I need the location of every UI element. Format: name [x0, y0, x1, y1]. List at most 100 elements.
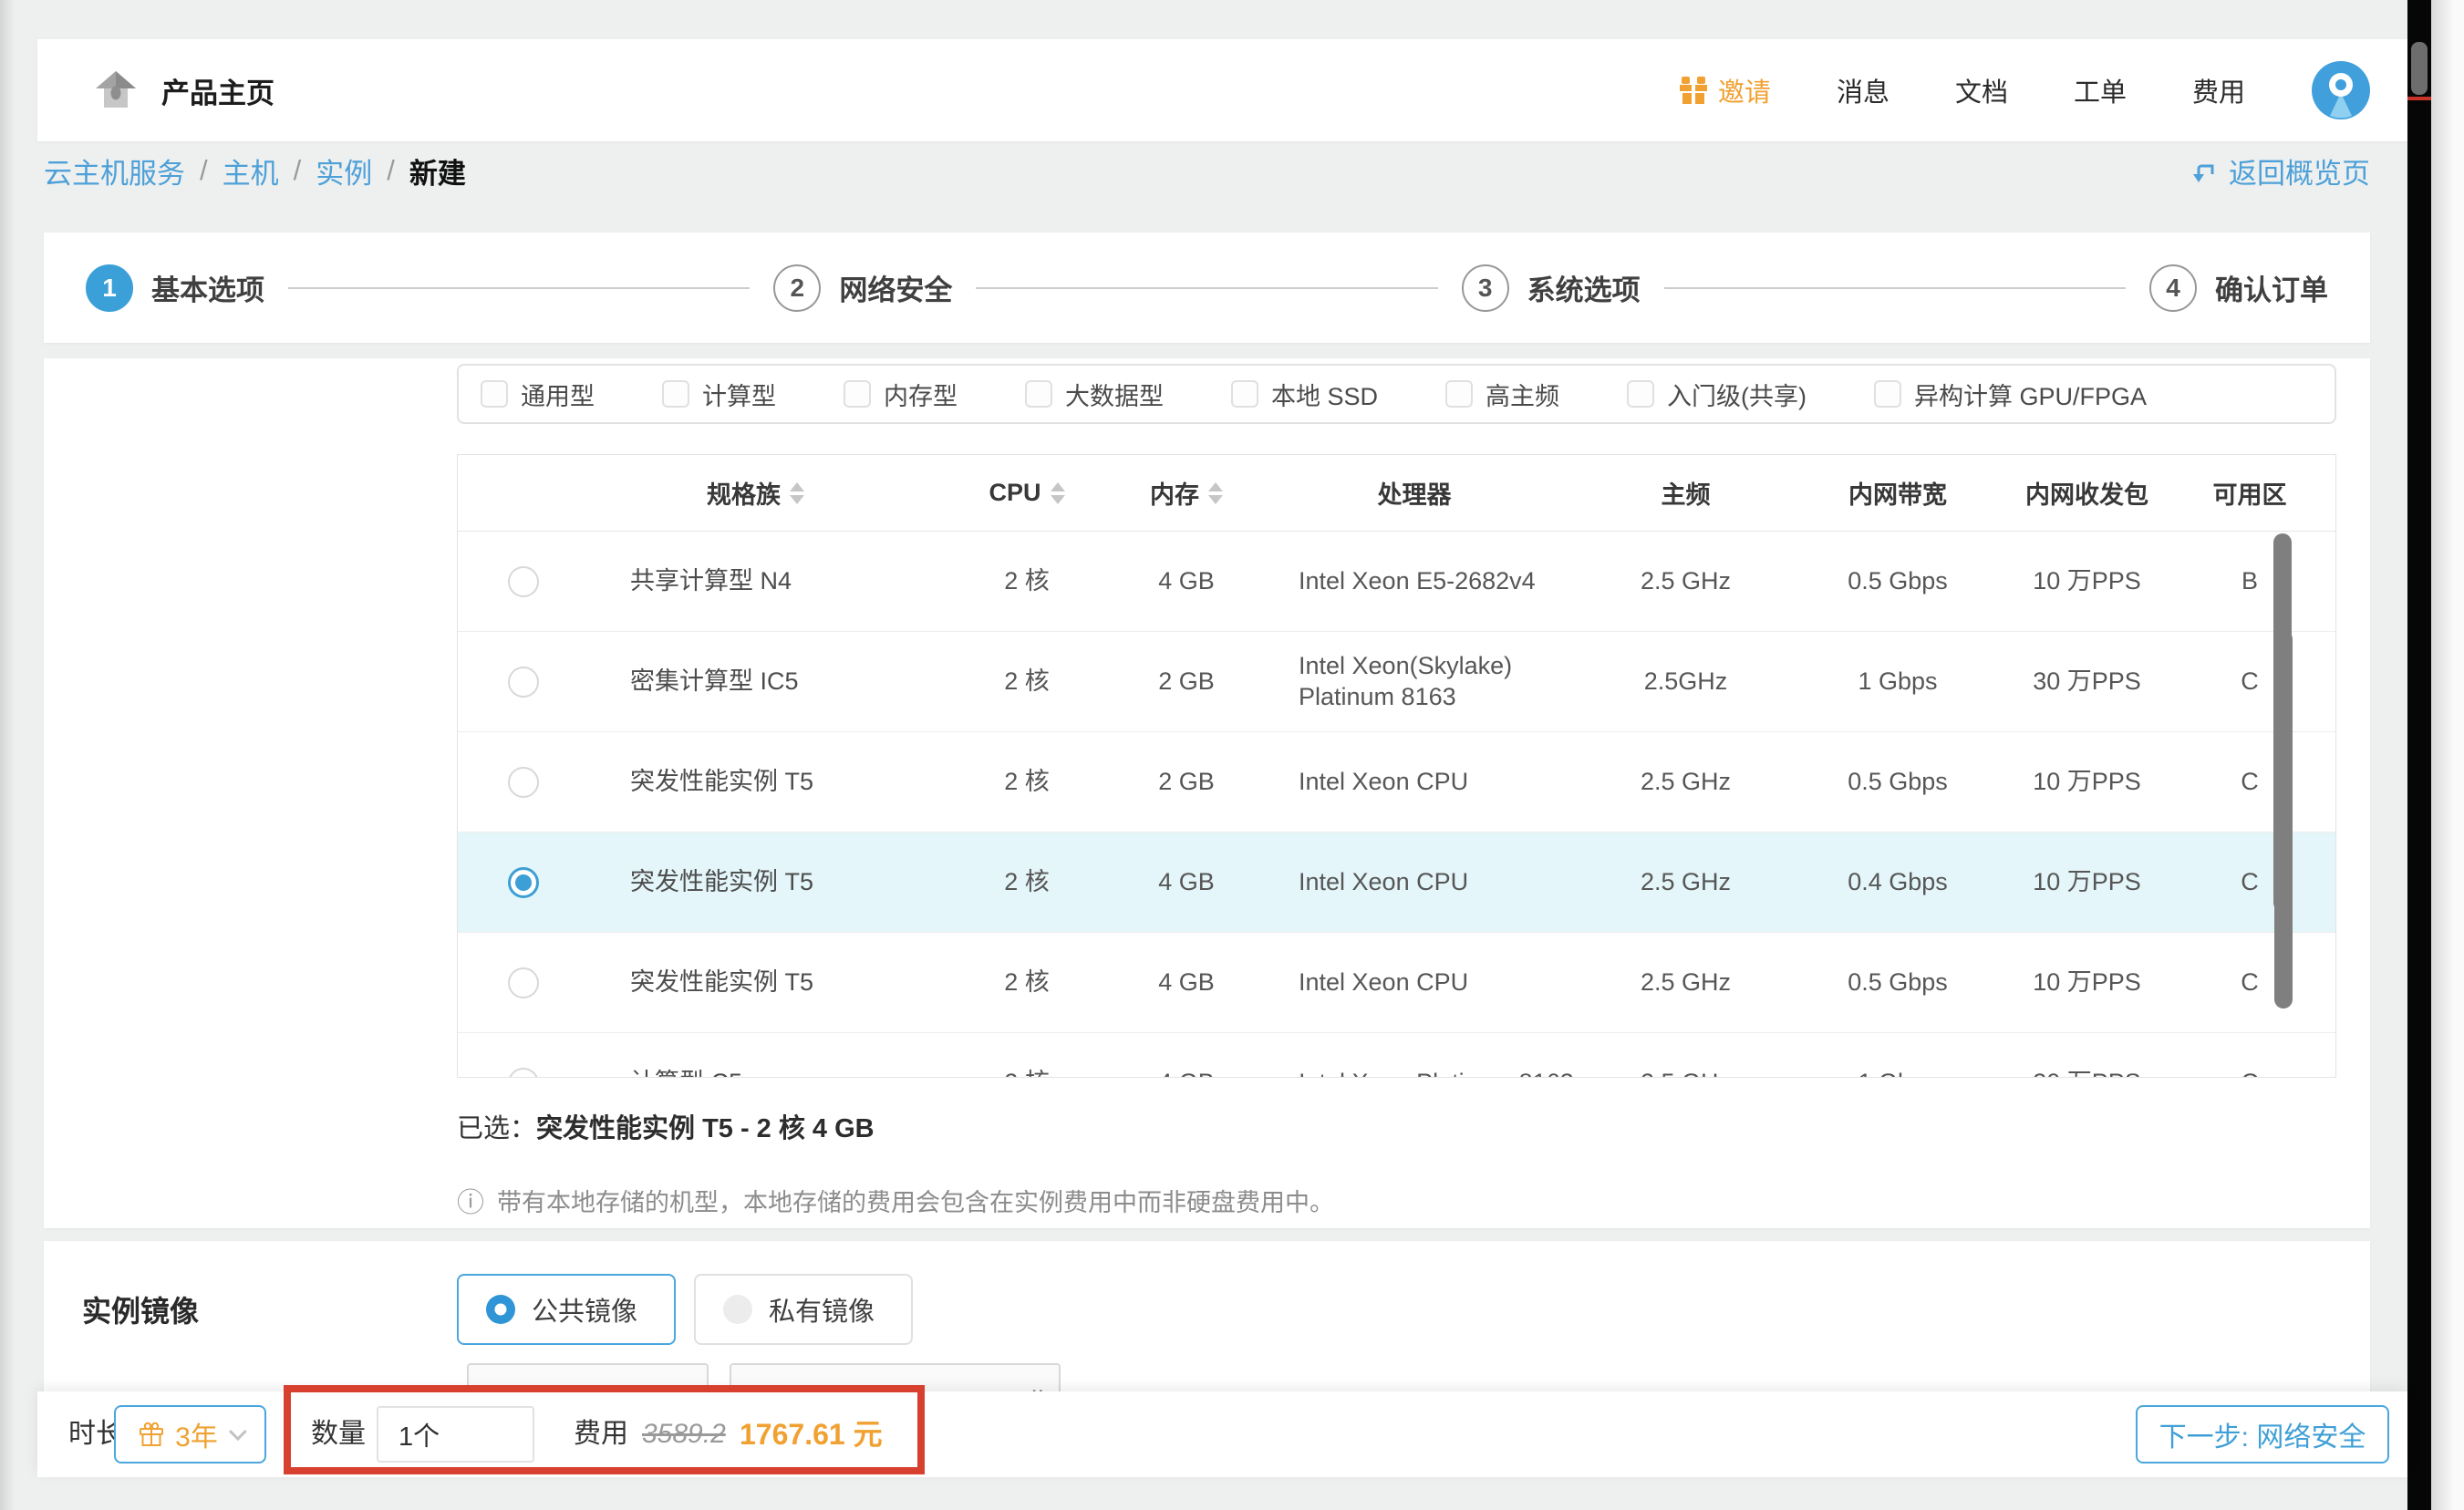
cell-frequency: 2.5 GHz — [1588, 566, 1784, 597]
sort-arrows-icon[interactable] — [790, 482, 804, 504]
filter-checkbox-item[interactable]: 通用型 — [481, 377, 595, 412]
filter-label: 计算型 — [702, 377, 776, 412]
spec-family-filters: 通用型 计算型 内存型 大数据型 — [457, 364, 2336, 424]
next-step-button[interactable]: 下一步: 网络安全 — [2136, 1405, 2389, 1463]
filter-label: 内存型 — [884, 377, 958, 412]
cell-zone: B — [2162, 566, 2336, 597]
discounted-price: 1767.61 元 — [740, 1391, 883, 1477]
row-radio[interactable] — [508, 867, 539, 898]
cell-spec-family: 密集计算型 IC5 — [589, 667, 922, 698]
cell-frequency: 2.5 GHz — [1588, 967, 1784, 998]
sort-arrows-icon[interactable] — [1051, 482, 1065, 504]
option-radio[interactable] — [486, 1295, 515, 1324]
cell-memory: 4 GB — [1132, 1068, 1241, 1078]
column-header[interactable]: 内网带宽 — [1784, 475, 2012, 511]
left-edge-shadow — [0, 0, 15, 1510]
cell-bandwidth: 0.5 Gbps — [1784, 967, 2012, 998]
step-connector — [1664, 287, 2126, 289]
step-3-circle: 3 — [1462, 264, 1509, 312]
image-type-option[interactable]: 私有镜像 — [694, 1274, 913, 1345]
browser-scrollbar-track[interactable] — [2407, 0, 2431, 1510]
nav-billing[interactable]: 费用 — [2192, 71, 2245, 109]
os-select-partial[interactable] — [467, 1363, 709, 1391]
spec-table: 规格族 CPU — [457, 454, 2336, 1078]
note-text: 带有本地存储的机型，本地存储的费用会包含在实例费用中而非硬盘费用中。 — [497, 1183, 1334, 1218]
row-radio[interactable] — [508, 566, 539, 597]
avatar[interactable] — [2311, 60, 2371, 120]
cell-memory: 4 GB — [1132, 566, 1241, 597]
column-header[interactable]: 可用区 — [2162, 475, 2336, 511]
filter-checkbox-item[interactable]: 本地 SSD — [1231, 377, 1378, 412]
step-1-label: 基本选项 — [151, 267, 264, 308]
cell-bandwidth: 0.5 Gbps — [1784, 566, 2012, 597]
breadcrumb-sep: / — [200, 154, 208, 187]
table-row[interactable]: 突发性能实例 T5 2 核 4 GB Intel Xeon CPU 2.5 GH… — [458, 833, 2335, 933]
column-header[interactable]: 规格族 — [589, 475, 922, 511]
step-3-label: 系统选项 — [1527, 267, 1641, 308]
original-price: 3589.2 — [642, 1391, 726, 1477]
row-radio[interactable] — [508, 667, 539, 698]
browser-scrollbar-thumb[interactable] — [2411, 42, 2428, 95]
cell-frequency: 2.5 GHz — [1588, 767, 1784, 798]
checkbox-icon[interactable] — [1025, 380, 1052, 408]
row-radio[interactable] — [508, 1068, 539, 1079]
filter-checkbox-item[interactable]: 计算型 — [662, 377, 776, 412]
back-to-overview-link[interactable]: 返回概览页 — [2190, 150, 2370, 191]
breadcrumb-instance[interactable]: 实例 — [316, 150, 372, 191]
nav-messages[interactable]: 消息 — [1837, 71, 1889, 109]
quantity-input[interactable] — [377, 1406, 534, 1463]
option-label: 公共镜像 — [532, 1290, 637, 1329]
filter-checkbox-item[interactable]: 大数据型 — [1025, 377, 1164, 412]
checkbox-icon[interactable] — [1445, 380, 1473, 408]
duration-select[interactable]: 3年 — [114, 1405, 266, 1463]
sort-arrows-icon[interactable] — [1208, 482, 1223, 504]
option-radio[interactable] — [723, 1295, 752, 1324]
quantity-label: 数量 — [311, 1391, 366, 1477]
table-row[interactable]: 突发性能实例 T5 2 核 4 GB Intel Xeon CPU 2.5 GH… — [458, 933, 2335, 1033]
table-row[interactable]: 共享计算型 N4 2 核 4 GB Intel Xeon E5-2682v4 2… — [458, 532, 2335, 632]
breadcrumb-host[interactable]: 主机 — [223, 150, 279, 191]
row-radio[interactable] — [508, 767, 539, 798]
step-connector — [288, 287, 750, 289]
filter-checkbox-item[interactable]: 高主频 — [1445, 377, 1559, 412]
checkbox-icon[interactable] — [1231, 380, 1258, 408]
nav-docs[interactable]: 文档 — [1955, 71, 2008, 109]
column-header[interactable]: 内网收发包 — [2012, 475, 2162, 511]
instance-image-label: 实例镜像 — [82, 1288, 199, 1330]
table-row[interactable]: 密集计算型 IC5 2 核 2 GB Intel Xeon(Skylake) P… — [458, 632, 2335, 732]
cell-frequency: 2.5 GHz — [1588, 1068, 1784, 1078]
image-type-option[interactable]: 公共镜像 — [457, 1274, 676, 1345]
filter-checkbox-item[interactable]: 入门级(共享) — [1627, 377, 1807, 412]
filter-label: 大数据型 — [1065, 377, 1164, 412]
step-indicator: 1 基本选项 2 网络安全 3 系统选项 4 确认订单 — [44, 233, 2370, 343]
back-to-overview-label: 返回概览页 — [2229, 150, 2370, 191]
column-header[interactable]: 主频 — [1588, 475, 1784, 511]
nav-invite[interactable]: 邀请 — [1680, 71, 1771, 109]
column-header-label: 可用区 — [2213, 475, 2287, 511]
cell-frequency: 2.5GHz — [1588, 667, 1784, 698]
filter-checkbox-item[interactable]: 内存型 — [844, 377, 958, 412]
checkbox-icon[interactable] — [844, 380, 871, 408]
column-header[interactable]: 处理器 — [1241, 475, 1588, 511]
column-header[interactable]: 内存 — [1132, 475, 1241, 511]
version-select-partial[interactable]: .. — [730, 1363, 1061, 1391]
step-2-label: 网络安全 — [839, 267, 952, 308]
checkbox-icon[interactable] — [1627, 380, 1654, 408]
checkbox-icon[interactable] — [1874, 380, 1901, 408]
breadcrumb-service[interactable]: 云主机服务 — [44, 150, 185, 191]
cell-processor: Intel Xeon E5-2682v4 — [1241, 566, 1588, 597]
row-radio[interactable] — [508, 967, 539, 998]
gift-icon — [139, 1422, 164, 1447]
nav-tickets[interactable]: 工单 — [2074, 71, 2127, 109]
top-bar: 产品主页 邀请 消息 文档 工单 费用 — [37, 39, 2407, 141]
checkbox-icon[interactable] — [481, 380, 508, 408]
bottom-bar: 时长 3年 数量 费用 3589.2 1767.61 元 下一步: 网络安全 — [37, 1391, 2407, 1477]
step-2: 2 网络安全 — [773, 264, 952, 312]
filter-checkbox-item[interactable]: 异构计算 GPU/FPGA — [1874, 377, 2147, 412]
table-row[interactable]: 突发性能实例 T5 2 核 2 GB Intel Xeon CPU 2.5 GH… — [458, 732, 2335, 833]
table-row[interactable]: 计算型 C5 2 核 4 GB Intel Xeon Platinum 8163… — [458, 1033, 2335, 1078]
checkbox-icon[interactable] — [662, 380, 689, 408]
column-header[interactable]: CPU — [922, 479, 1132, 507]
home-icon[interactable] — [94, 69, 138, 111]
table-scrollbar-thumb[interactable] — [2273, 533, 2292, 912]
